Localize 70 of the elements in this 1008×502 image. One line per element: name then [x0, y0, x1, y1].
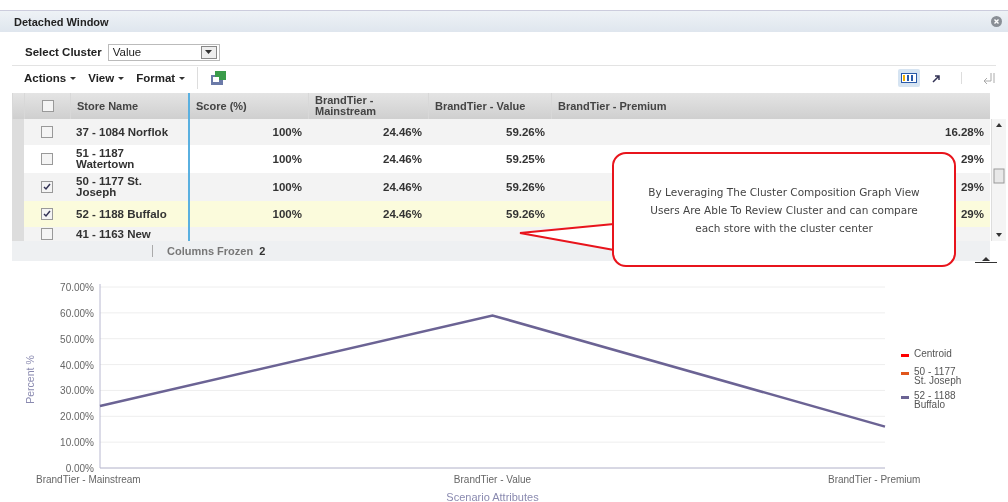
legend-label: Centroid [914, 348, 952, 359]
window-title: Detached Window [14, 15, 109, 28]
y-axis-title: Percent % [24, 355, 36, 404]
checkbox[interactable] [41, 181, 53, 193]
table-row[interactable]: 37 - 1084 Norflok 100% 24.46% 59.26% 16.28% [12, 119, 990, 145]
table-cell: 24.46% [383, 181, 422, 193]
table-cell: 16.28% [945, 126, 984, 138]
y-tick-label: 60.00% [60, 307, 94, 319]
table-cell: 59.26% [506, 181, 545, 193]
row-header [12, 119, 24, 145]
column-header[interactable]: Score (%) [188, 93, 308, 119]
scrollbar[interactable] [991, 119, 1006, 241]
column-header[interactable]: Store Name [70, 93, 188, 119]
caret-icon [70, 76, 77, 80]
footer-label: Columns Frozen [167, 245, 254, 257]
x-tick-label: BrandTier - Value [453, 474, 532, 485]
x-axis-title: Scenario Attributes [446, 491, 539, 502]
table-cell: 37 - 1084 Norflok [76, 126, 169, 138]
table-cell: 29% [960, 208, 984, 220]
x-tick-label: BrandTier - Mainstream [36, 474, 141, 485]
restore-icon[interactable] [975, 255, 997, 263]
detach-icon[interactable] [982, 72, 996, 84]
table-cell: 29% [960, 153, 984, 165]
y-tick-label: 30.00% [60, 385, 94, 397]
table-cell: 24.46% [383, 153, 422, 165]
table-cell-text: 50 - 1177 St. Joseph [76, 176, 143, 198]
table-cell: 29% [960, 181, 984, 193]
y-tick-label: 0.00% [65, 463, 94, 474]
table-cell: 100% [272, 126, 302, 138]
y-tick-label: 50.00% [60, 333, 94, 345]
y-tick-label: 40.00% [60, 359, 94, 371]
column-view-button[interactable] [898, 69, 920, 87]
checkbox[interactable] [41, 153, 53, 165]
x-tick-label: BrandTier - Premium [828, 474, 921, 485]
export-icon[interactable] [210, 70, 229, 86]
table-cell-text: 51 - 1187 Watertown [76, 148, 136, 170]
caret-icon [205, 50, 213, 54]
select-all-checkbox[interactable] [41, 100, 54, 112]
close-icon[interactable] [991, 16, 1002, 27]
cluster-dropdown[interactable]: Value [107, 43, 220, 61]
table-cell: 100% [272, 153, 302, 165]
table-cell: 59.26% [506, 208, 545, 220]
menu-button[interactable]: Actions [24, 72, 77, 84]
frozen-count: 2 [259, 245, 266, 257]
table-cell: 59.26% [506, 126, 545, 138]
column-header[interactable]: BrandTier - Mainstream [308, 93, 428, 119]
checkbox[interactable] [41, 228, 53, 240]
table-cell: 24.46% [383, 126, 422, 138]
table-cell: 24.46% [383, 208, 422, 220]
caret-icon [179, 76, 186, 80]
arrow-icon[interactable] [932, 73, 941, 83]
table-cell: 59.25% [506, 153, 545, 165]
menu-button[interactable]: View [88, 72, 125, 84]
table-cell: 100% [272, 181, 302, 193]
field-label: Select Cluster [25, 46, 102, 58]
y-tick-label: 10.00% [60, 437, 94, 449]
table-cell: 52 - 1188 Buffalo [76, 208, 167, 220]
caret-icon [118, 76, 125, 80]
checkbox[interactable] [41, 208, 53, 220]
y-tick-label: 70.00% [60, 282, 94, 293]
legend-label: 50 - 1177 St. Joseph [914, 366, 962, 386]
table-cell: 41 - 1163 New [76, 228, 151, 240]
column-header[interactable]: BrandTier - Value [428, 93, 551, 119]
callout-tooltip: By Leveraging The Cluster Composition Graph View Users Are Able To Review Cluster and can compare each store with the cluster center [612, 152, 956, 267]
column-header[interactable]: BrandTier - Premium [551, 93, 990, 119]
y-tick-label: 20.00% [60, 411, 94, 423]
legend-label: 52 - 1188 Buffalo [914, 390, 956, 410]
table-cell: 100% [272, 208, 302, 220]
menu-button[interactable]: Format [136, 72, 186, 84]
checkbox[interactable] [41, 126, 53, 138]
